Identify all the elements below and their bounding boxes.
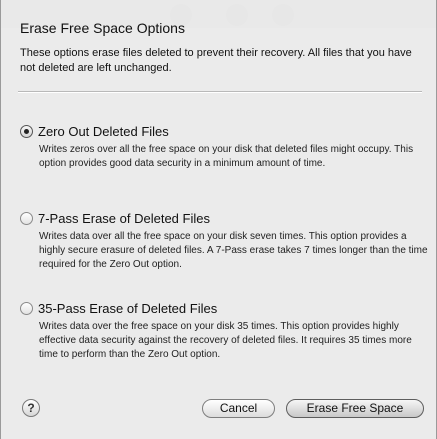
erase-free-space-button[interactable]: Erase Free Space: [286, 399, 424, 418]
option-description: Writes data over all the free space on y…: [39, 231, 428, 270]
option-35-pass[interactable]: 35-Pass Erase of Deleted Files Writes da…: [20, 299, 420, 362]
radio-unselected-icon[interactable]: [20, 301, 33, 315]
divider: [18, 91, 422, 93]
option-label[interactable]: Zero Out Deleted Files: [38, 124, 169, 139]
erase-free-space-sheet: Erase Free Space Options These options e…: [0, 0, 437, 439]
option-label[interactable]: 7-Pass Erase of Deleted Files: [38, 211, 210, 226]
sheet-intro-text: These options erase files deleted to pre…: [20, 47, 412, 74]
sheet-title: Erase Free Space Options: [20, 20, 185, 36]
option-zero-out[interactable]: Zero Out Deleted Files Writes zeros over…: [20, 122, 420, 171]
radio-unselected-icon[interactable]: [20, 211, 33, 225]
option-description: Writes zeros over all the free space on …: [39, 144, 414, 169]
cancel-button[interactable]: Cancel: [202, 399, 275, 418]
option-description: Writes data over the free space on your …: [39, 321, 412, 360]
option-7-pass[interactable]: 7-Pass Erase of Deleted Files Writes dat…: [20, 209, 428, 272]
radio-selected-icon[interactable]: [20, 124, 33, 138]
option-label[interactable]: 35-Pass Erase of Deleted Files: [38, 301, 217, 316]
question-mark-icon[interactable]: ?: [22, 399, 40, 417]
